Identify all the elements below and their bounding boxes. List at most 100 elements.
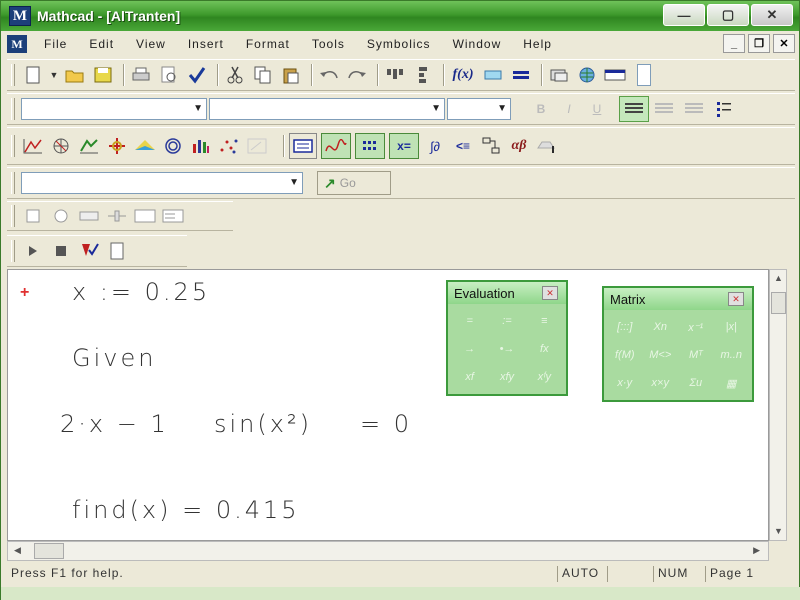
redo-icon[interactable]	[345, 64, 369, 86]
menu-insert[interactable]: Insert	[177, 37, 235, 51]
cut-icon[interactable]	[223, 64, 247, 86]
matrix-subscript-button[interactable]: Xn	[644, 314, 678, 340]
horizontal-scrollbar[interactable]: ◀ ▶	[7, 541, 769, 561]
graph-toolbar-button[interactable]	[321, 133, 351, 159]
maximize-button[interactable]: ▢	[707, 4, 749, 26]
document-icon[interactable]: M	[7, 35, 27, 53]
graph-vector-icon[interactable]	[245, 135, 269, 157]
doc-restore-button[interactable]: ❐	[748, 34, 770, 53]
stop-icon[interactable]	[49, 240, 73, 262]
new-document-icon[interactable]	[21, 64, 45, 86]
title-bar[interactable]: M Mathcad - [AlTranten] — ▢ ✕	[1, 1, 799, 31]
eval-treefix-button[interactable]: xᶠy	[527, 364, 562, 390]
scroll-right-icon[interactable]: ▶	[753, 545, 760, 556]
menu-edit[interactable]: Edit	[78, 37, 125, 51]
graph-xy-icon[interactable]	[21, 135, 45, 157]
insert-function-button[interactable]: f(x)	[449, 64, 477, 86]
toolbar-grip[interactable]	[11, 240, 15, 262]
menu-help[interactable]: Help	[512, 37, 563, 51]
vertical-scroll-thumb[interactable]	[771, 292, 786, 314]
matrix-palette-close-button[interactable]: ✕	[728, 292, 744, 306]
eval-postfix-button[interactable]: xf	[452, 364, 487, 390]
matrix-determinant-button[interactable]: |x|	[715, 314, 749, 340]
graph-3d-bar-icon[interactable]	[133, 135, 157, 157]
trace-window-icon[interactable]	[105, 240, 129, 262]
menu-format[interactable]: Format	[235, 37, 301, 51]
matrix-toolbar-button[interactable]	[355, 133, 385, 159]
matrix-vector-sum-button[interactable]: Σu	[679, 370, 713, 396]
matrix-palette-title[interactable]: Matrix ✕	[604, 288, 752, 310]
given-keyword[interactable]: Given	[72, 344, 156, 372]
matrix-vectorize-button[interactable]: f(M)	[608, 342, 642, 368]
equation-sin-term[interactable]: sin(x²)	[214, 410, 312, 438]
print-preview-icon[interactable]	[157, 64, 181, 86]
toolbar-grip[interactable]	[11, 205, 15, 227]
graph-scatter-icon[interactable]	[161, 135, 185, 157]
radio-control-icon[interactable]	[49, 205, 73, 227]
toolbar-grip[interactable]	[11, 172, 15, 194]
new-dropdown-icon[interactable]: ▼	[49, 64, 59, 86]
debug-trace-icon[interactable]	[77, 240, 101, 262]
horizontal-scroll-thumb[interactable]	[34, 543, 64, 559]
matrix-column-button[interactable]: M<>	[644, 342, 678, 368]
listbox-control-icon[interactable]	[161, 205, 185, 227]
evaluation-palette-title[interactable]: Evaluation ✕	[448, 282, 566, 304]
equation-rhs[interactable]: = 0	[360, 410, 412, 438]
italic-button[interactable]: I	[557, 98, 581, 120]
insert-component-icon[interactable]	[547, 64, 571, 86]
menu-file[interactable]: File	[33, 37, 78, 51]
matrix-dot-product-button[interactable]: x·y	[608, 370, 642, 396]
toolbar-grip[interactable]	[11, 64, 15, 86]
evaluation-palette-close-button[interactable]: ✕	[542, 286, 558, 300]
scroll-down-icon[interactable]: ▼	[774, 526, 783, 536]
symbolic-toolbar-button[interactable]	[535, 135, 559, 157]
insert-unit-icon[interactable]	[481, 64, 505, 86]
equation-lhs[interactable]: 2·x − 1	[60, 410, 169, 438]
greek-toolbar-button[interactable]: αβ	[507, 135, 531, 157]
bullets-button[interactable]	[709, 96, 739, 122]
worksheet-area[interactable]: + x := 0.25 Given 2·x − 1 sin(x²) = 0 fi…	[7, 269, 769, 541]
eval-equals-button[interactable]: =	[452, 308, 487, 334]
scroll-left-icon[interactable]: ◀	[14, 545, 21, 556]
copy-icon[interactable]	[251, 64, 275, 86]
resource-center-icon[interactable]	[575, 64, 599, 86]
graph-contour-icon[interactable]	[105, 135, 129, 157]
help-window-icon[interactable]	[603, 64, 627, 86]
minimize-button[interactable]: —	[663, 4, 705, 26]
align-right-button[interactable]	[679, 96, 709, 122]
eval-symbolic-button[interactable]: →	[452, 336, 487, 362]
close-button[interactable]: ✕	[751, 4, 793, 26]
graph-polar-icon[interactable]	[49, 135, 73, 157]
resources-select[interactable]: ▼	[21, 172, 303, 194]
print-icon[interactable]	[129, 64, 153, 86]
matrix-range-button[interactable]: m..n	[715, 342, 749, 368]
align-center-button[interactable]	[649, 96, 679, 122]
find-result-region[interactable]: find(x) = 0.415	[72, 496, 300, 524]
definition-region[interactable]: x := 0.25	[72, 278, 210, 306]
eval-prefix-button[interactable]: fx	[527, 336, 562, 362]
graph-points-icon[interactable]	[217, 135, 241, 157]
matrix-picture-button[interactable]: ▦	[715, 370, 749, 396]
align-left-button[interactable]	[619, 96, 649, 122]
eval-infix-button[interactable]: xfy	[489, 364, 524, 390]
style-select[interactable]: ▼	[21, 98, 207, 120]
matrix-transpose-button[interactable]: Mᵀ	[679, 342, 713, 368]
undo-icon[interactable]	[317, 64, 341, 86]
font-select[interactable]: ▼	[209, 98, 445, 120]
align-down-icon[interactable]	[411, 64, 435, 86]
graph-surface-icon[interactable]	[77, 135, 101, 157]
vertical-scrollbar[interactable]: ▲ ▼	[769, 269, 787, 541]
eval-keyword-symbolic-button[interactable]: •→	[489, 336, 524, 362]
matrix-inverse-button[interactable]: x⁻¹	[679, 314, 713, 340]
doc-minimize-button[interactable]: _	[723, 34, 745, 53]
matrix-insert-button[interactable]: [:::]	[608, 314, 642, 340]
open-folder-icon[interactable]	[63, 64, 87, 86]
go-button[interactable]: ↗ Go	[317, 171, 391, 195]
menu-symbolics[interactable]: Symbolics	[356, 37, 442, 51]
calculator-toolbar-button[interactable]	[289, 133, 317, 159]
underline-button[interactable]: U	[585, 98, 609, 120]
matrix-palette[interactable]: Matrix ✕ [:::] Xn x⁻¹ |x| f(M) M<> Mᵀ m.…	[602, 286, 754, 402]
textbox-control-icon[interactable]	[133, 205, 157, 227]
eval-global-define-button[interactable]: ≡	[527, 308, 562, 334]
evaluation-palette[interactable]: Evaluation ✕ = := ≡ → •→ fx xf xfy xᶠy	[446, 280, 568, 396]
